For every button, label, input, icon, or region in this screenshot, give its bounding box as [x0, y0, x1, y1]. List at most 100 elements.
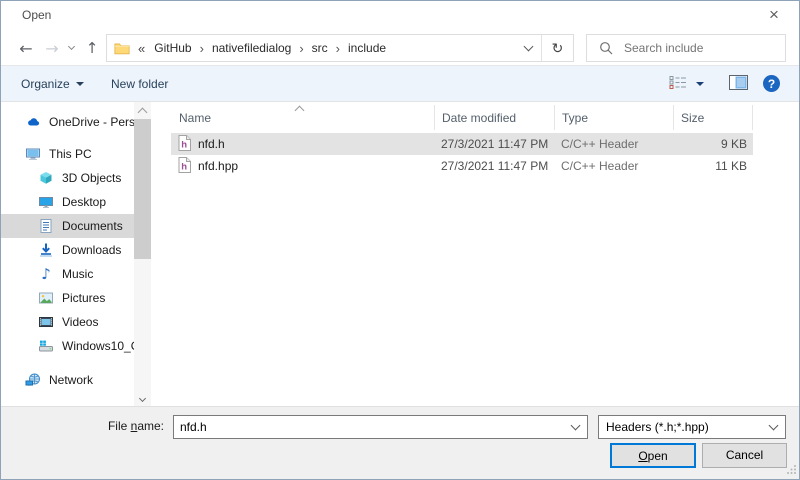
- sidebar-item-label: This PC: [49, 147, 134, 161]
- sidebar-item-label: Music: [62, 267, 134, 281]
- document-icon: [38, 218, 54, 234]
- file-type-value: Headers (*.h;*.hpp): [599, 420, 761, 434]
- column-header-size[interactable]: Size: [673, 105, 753, 130]
- open-button[interactable]: Open: [610, 443, 696, 468]
- chevron-down-icon: [570, 421, 580, 431]
- scroll-up-button[interactable]: [134, 102, 151, 119]
- chevron-down-icon: [523, 42, 533, 52]
- header-file-icon: h: [178, 157, 191, 176]
- file-name: nfd.h: [198, 137, 225, 151]
- chevron-down-icon: [139, 394, 146, 401]
- download-icon: [38, 242, 54, 258]
- dialog-footer: File name: Headers (*.h;*.hpp) Open Canc…: [1, 406, 799, 479]
- sidebar-item-3d-objects[interactable]: 3D Objects: [1, 166, 134, 190]
- file-name-combobox: [173, 415, 588, 439]
- close-button[interactable]: ×: [755, 1, 793, 29]
- back-button[interactable]: ←: [13, 31, 39, 65]
- chevron-down-icon: [696, 82, 704, 86]
- up-icon: ↑: [86, 39, 99, 57]
- file-size: 9 KB: [673, 137, 753, 151]
- sidebar-scrollbar[interactable]: [134, 102, 151, 408]
- chevron-down-icon: [76, 82, 84, 86]
- organize-label: Organize: [21, 77, 70, 91]
- sidebar-item-windows10-os[interactable]: Windows10_OS (: [1, 334, 134, 358]
- breadcrumb: « GitHub › nativefiledialog › src › incl…: [130, 41, 515, 56]
- forward-button[interactable]: →: [39, 31, 65, 65]
- breadcrumb-item-nativefiledialog[interactable]: nativefiledialog: [205, 41, 298, 55]
- music-icon: ♪: [38, 266, 54, 282]
- file-list: h nfd.h 27/3/2021 11:47 PM C/C++ Header …: [171, 133, 753, 177]
- resize-grip[interactable]: [787, 463, 797, 477]
- search-box: [586, 34, 786, 62]
- sidebar-item-label: OneDrive - Person: [49, 115, 134, 129]
- file-type-select[interactable]: Headers (*.h;*.hpp): [598, 415, 786, 439]
- navigation-bar: ← → ↑ « GitHub › nativefiledialog › src …: [1, 31, 799, 66]
- view-options-button[interactable]: [669, 66, 704, 101]
- cancel-button[interactable]: Cancel: [702, 443, 787, 468]
- svg-text:h: h: [181, 161, 187, 172]
- network-icon: [25, 372, 41, 388]
- preview-pane-icon: [729, 75, 748, 93]
- file-name: nfd.hpp: [198, 159, 238, 173]
- scrollbar-thumb[interactable]: [134, 119, 151, 259]
- close-icon: ×: [769, 5, 779, 24]
- sidebar-item-pictures[interactable]: Pictures: [1, 286, 134, 310]
- file-type: C/C++ Header: [554, 137, 673, 151]
- computer-icon: [25, 146, 41, 162]
- file-row[interactable]: h nfd.h 27/3/2021 11:47 PM C/C++ Header …: [171, 133, 753, 155]
- new-folder-label: New folder: [111, 77, 168, 91]
- column-header-type[interactable]: Type: [554, 105, 673, 130]
- sidebar-item-label: Windows10_OS (: [62, 339, 134, 353]
- refresh-icon: ↻: [552, 40, 564, 57]
- new-folder-button[interactable]: New folder: [111, 66, 168, 101]
- address-bar[interactable]: « GitHub › nativefiledialog › src › incl…: [106, 34, 574, 62]
- file-row[interactable]: h nfd.hpp 27/3/2021 11:47 PM C/C++ Heade…: [171, 155, 753, 177]
- list-view-icon: [669, 75, 687, 93]
- sidebar-item-label: Videos: [62, 315, 134, 329]
- svg-text:h: h: [181, 139, 187, 150]
- search-icon: [599, 41, 613, 55]
- window-title: Open: [22, 8, 51, 22]
- sidebar-item-network[interactable]: Network: [1, 368, 134, 392]
- command-toolbar: Organize New folder ?: [1, 66, 799, 102]
- sidebar-item-desktop[interactable]: Desktop: [1, 190, 134, 214]
- breadcrumb-item-include[interactable]: include: [341, 41, 393, 55]
- pictures-icon: [38, 290, 54, 306]
- sidebar-item-onedrive[interactable]: OneDrive - Person: [1, 110, 134, 134]
- navigation-pane: OneDrive - Person This PC 3D Objects Des…: [1, 102, 151, 408]
- recent-locations-button[interactable]: [63, 31, 79, 65]
- sidebar-item-label: Pictures: [62, 291, 134, 305]
- sidebar-item-documents[interactable]: Documents: [1, 214, 134, 238]
- file-name-input[interactable]: [174, 420, 563, 434]
- breadcrumb-item-github[interactable]: GitHub: [147, 41, 198, 55]
- file-name-label: File name:: [1, 419, 164, 433]
- refresh-button[interactable]: ↻: [542, 35, 573, 61]
- sidebar-item-label: Desktop: [62, 195, 134, 209]
- address-dropdown-button[interactable]: [515, 35, 541, 61]
- file-name-dropdown-button[interactable]: [563, 416, 587, 438]
- forward-icon: →: [45, 39, 58, 58]
- file-size: 11 KB: [673, 159, 753, 173]
- file-date-modified: 27/3/2021 11:47 PM: [434, 137, 554, 151]
- breadcrumb-overflow[interactable]: «: [130, 41, 147, 56]
- videos-icon: [38, 314, 54, 330]
- titlebar: Open ×: [1, 1, 799, 31]
- column-header-date-modified[interactable]: Date modified: [434, 105, 554, 130]
- organize-button[interactable]: Organize: [21, 66, 84, 101]
- drive-icon: [38, 338, 54, 354]
- sidebar-item-this-pc[interactable]: This PC: [1, 142, 134, 166]
- breadcrumb-item-src[interactable]: src: [305, 41, 335, 55]
- search-input[interactable]: [622, 40, 785, 56]
- sort-ascending-icon: [296, 103, 303, 117]
- main-area: OneDrive - Person This PC 3D Objects Des…: [1, 102, 799, 408]
- sidebar-item-music[interactable]: ♪ Music: [1, 262, 134, 286]
- up-button[interactable]: ↑: [79, 31, 105, 65]
- sidebar-item-downloads[interactable]: Downloads: [1, 238, 134, 262]
- sidebar-item-label: Documents: [62, 219, 134, 233]
- monitor-icon: [38, 194, 54, 210]
- sidebar-item-videos[interactable]: Videos: [1, 310, 134, 334]
- preview-pane-button[interactable]: [729, 66, 748, 101]
- folder-icon: [114, 40, 130, 56]
- help-button[interactable]: ?: [763, 66, 780, 101]
- sidebar-item-label: 3D Objects: [62, 171, 134, 185]
